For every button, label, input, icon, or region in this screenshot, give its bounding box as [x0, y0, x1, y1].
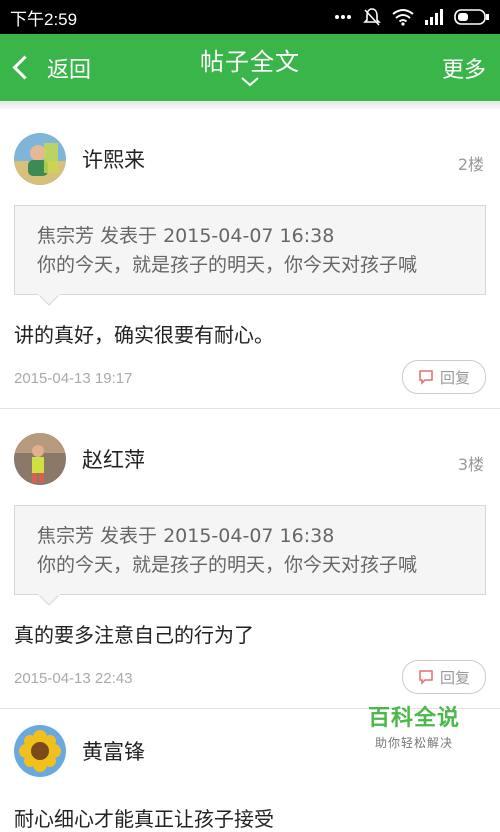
status-bar: 下午2:59 — [0, 0, 500, 34]
watermark-logo: 百科全说 助你轻松解决 — [344, 700, 484, 751]
wifi-icon — [392, 9, 414, 26]
quote-text: 你的今天，就是孩子的明天，你今天对孩子喊 — [37, 554, 418, 576]
post-content: 讲的真好，确实很要有耐心。 — [14, 323, 274, 347]
watermark-subtitle: 助你轻松解决 — [374, 736, 453, 750]
post-header: 许熙来 2楼 — [14, 121, 486, 197]
floor-number: 2楼 — [457, 155, 484, 174]
author-name[interactable]: 黄富锋 — [82, 736, 145, 766]
quote-header: 焦宗芳 发表于 2015-04-07 16:38 — [37, 225, 335, 247]
floor-number: 3楼 — [457, 455, 484, 474]
post-footer: 2015-04-13 22:43 回复 — [14, 648, 486, 708]
reply-label: 回复 — [439, 368, 470, 387]
reply-button[interactable]: 回复 — [402, 660, 486, 694]
quote-tip — [38, 594, 60, 606]
avatar[interactable] — [14, 433, 66, 485]
battery-icon — [454, 9, 489, 25]
post-footer: 2015-04-13 19:17 回复 — [14, 348, 486, 408]
quote-box[interactable]: 焦宗芳 发表于 2015-04-07 16:38 你的今天，就是孩子的明天，你今… — [14, 205, 486, 295]
quote-header: 焦宗芳 发表于 2015-04-07 16:38 — [37, 525, 335, 547]
reply-button[interactable]: 回复 — [402, 360, 486, 394]
app-bar: 返回 帖子全文 更多 — [0, 34, 500, 101]
quote-tip — [38, 294, 60, 306]
comment-icon — [419, 670, 433, 685]
status-icons — [334, 7, 490, 27]
post-item: 赵红萍 3楼 焦宗芳 发表于 2015-04-07 16:38 你的今天，就是孩… — [0, 421, 500, 709]
post-content: 真的要多注意自己的行为了 — [14, 623, 254, 647]
post-header: 赵红萍 3楼 — [14, 421, 486, 497]
post-item: 许熙来 2楼 焦宗芳 发表于 2015-04-07 16:38 你的今天，就是孩… — [0, 121, 500, 409]
title-dropdown[interactable]: 帖子全文 — [0, 42, 500, 87]
quote-box[interactable]: 焦宗芳 发表于 2015-04-07 16:38 你的今天，就是孩子的明天，你今… — [14, 505, 486, 595]
app-bar-shadow — [0, 101, 500, 109]
page-title: 帖子全文 — [200, 48, 300, 76]
watermark-title: 百科全说 — [367, 706, 460, 731]
author-name[interactable]: 许熙来 — [82, 144, 145, 174]
status-time: 下午2:59 — [10, 9, 78, 29]
reply-label: 回复 — [439, 668, 470, 687]
post-date: 2015-04-13 19:17 — [14, 370, 133, 387]
post-content: 耐心细心才能真正让孩子接受 — [14, 807, 274, 831]
more-button[interactable]: 更多 — [442, 34, 486, 101]
author-name[interactable]: 赵红萍 — [82, 444, 145, 474]
chevron-down-icon — [241, 77, 259, 87]
post-date: 2015-04-13 22:43 — [14, 670, 133, 687]
mute-bell-icon — [363, 8, 381, 26]
more-dots-icon — [335, 15, 351, 19]
avatar[interactable] — [14, 133, 66, 185]
avatar[interactable] — [14, 725, 66, 777]
signal-icon — [425, 9, 443, 25]
comment-icon — [419, 370, 433, 385]
quote-text: 你的今天，就是孩子的明天，你今天对孩子喊 — [37, 254, 418, 276]
